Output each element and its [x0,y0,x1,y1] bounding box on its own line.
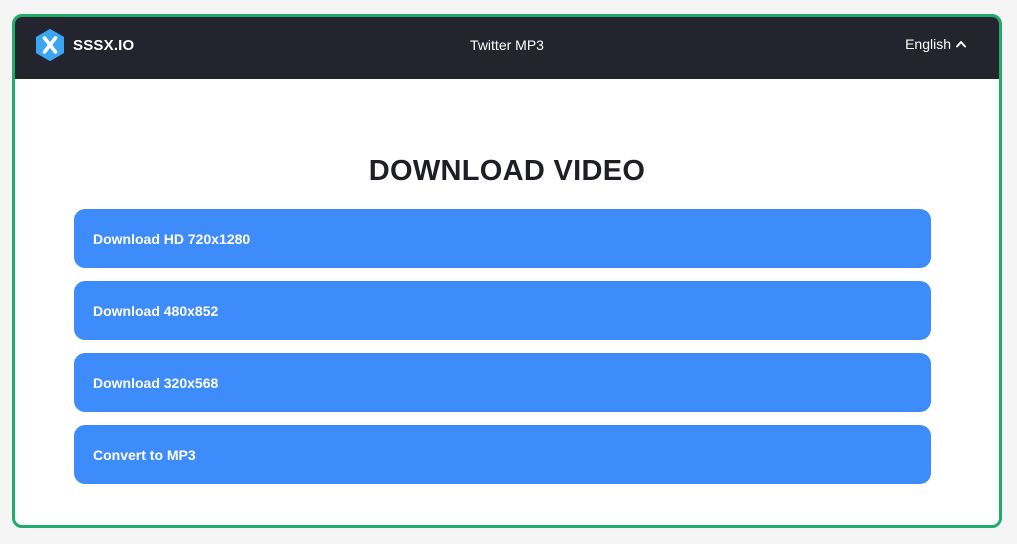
top-nav-bar: SSSX.IO Twitter MP3 English [15,17,999,79]
language-selector[interactable]: English [905,36,967,52]
page-title: DOWNLOAD VIDEO [368,155,646,187]
download-320x568-button[interactable]: Download 320x568 [74,353,931,412]
page-frame: SSSX.IO Twitter MP3 English DOWNLOAD VID… [12,14,1002,528]
twitter-mp3-link[interactable]: Twitter MP3 [470,37,544,53]
download-hd-720x1280-button[interactable]: Download HD 720x1280 [74,209,931,268]
language-label: English [905,36,951,52]
nav-link-wrapper: Twitter MP3 [15,37,999,53]
chevron-up-icon [956,41,966,48]
convert-to-mp3-button[interactable]: Convert to MP3 [74,425,931,484]
download-480x852-button[interactable]: Download 480x852 [74,281,931,340]
